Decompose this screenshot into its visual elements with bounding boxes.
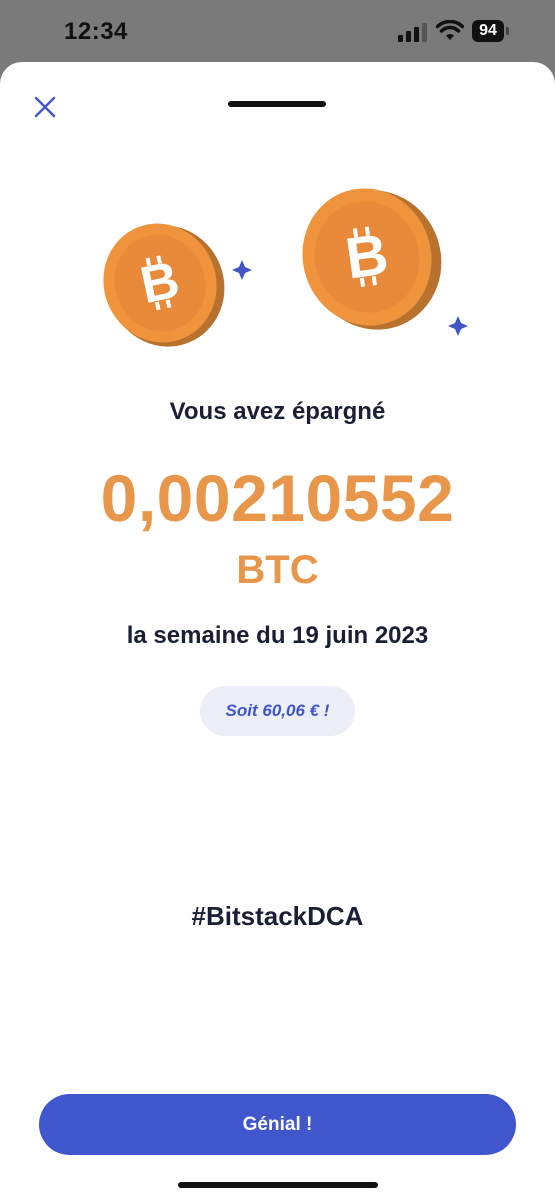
bitcoin-coin-icon: B	[103, 223, 225, 347]
currency-unit: BTC	[236, 548, 319, 592]
battery-indicator: 94	[472, 20, 510, 42]
bitcoin-coin-icon: B	[302, 188, 442, 330]
fiat-equivalent-badge: Soit 60,06 € !	[200, 686, 355, 736]
savings-sheet: B B Vous avez épargné 0,00210552 BTC la …	[0, 62, 555, 1200]
status-bar: 12:34 94	[0, 0, 555, 62]
battery-level: 94	[479, 22, 497, 39]
bitcoin-coins-illustration: B B	[103, 188, 468, 347]
wifi-icon	[436, 20, 464, 40]
sparkle-icon	[232, 260, 252, 280]
saved-amount: 0,00210552	[100, 461, 455, 535]
sheet-grabber[interactable]	[228, 101, 326, 107]
week-label: la semaine du 19 juin 2023	[126, 622, 429, 649]
close-icon	[34, 96, 56, 118]
battery-cap	[506, 27, 509, 35]
sparkle-icon	[448, 316, 468, 336]
confirm-button[interactable]: Génial !	[39, 1094, 516, 1155]
hashtag: #BitstackDCA	[191, 901, 364, 931]
cellular-signal-icon	[398, 23, 427, 42]
status-time: 12:34	[64, 18, 128, 45]
saved-label: Vous avez épargné	[169, 398, 386, 425]
home-indicator	[178, 1182, 378, 1188]
close-button[interactable]	[30, 92, 60, 122]
